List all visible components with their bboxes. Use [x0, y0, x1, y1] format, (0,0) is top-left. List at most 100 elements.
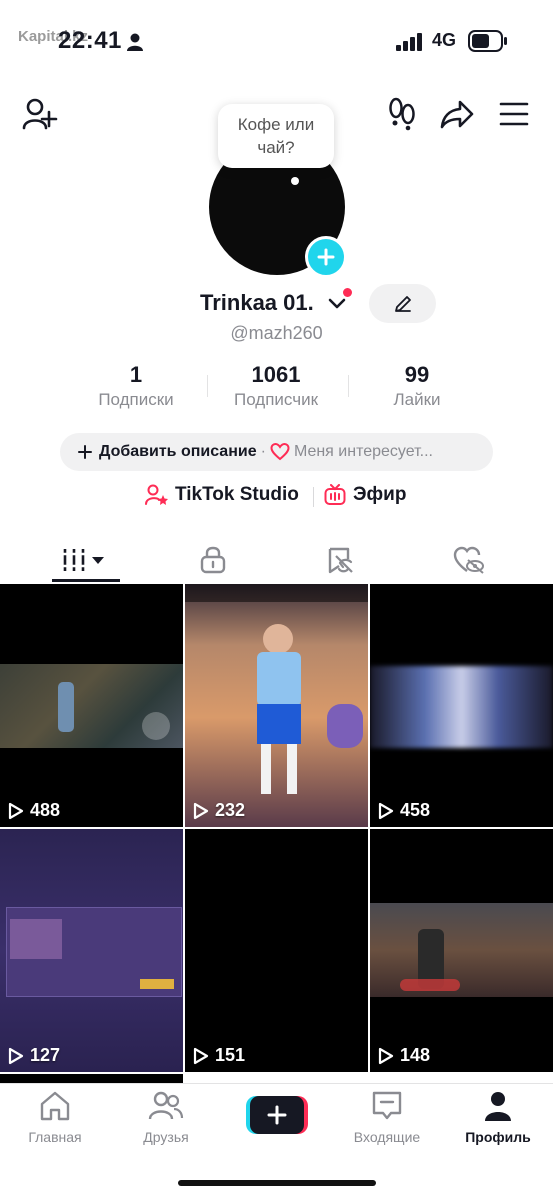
- thumbnail-figure-head: [263, 624, 293, 654]
- home-icon: [40, 1091, 70, 1121]
- live-link[interactable]: Эфир: [324, 484, 406, 506]
- thumbnail-figure: [58, 682, 74, 732]
- add-bio-label[interactable]: Добавить описание: [99, 443, 257, 461]
- video-thumbnail: [370, 903, 553, 997]
- thumbnail-glow: [400, 979, 460, 991]
- home-indicator: [178, 1180, 376, 1186]
- live-label: Эфир: [353, 484, 407, 505]
- heart-icon: [270, 443, 290, 461]
- plus-icon: [78, 445, 92, 459]
- play-icon: [378, 1047, 394, 1064]
- nav-home[interactable]: Главная: [0, 1090, 110, 1145]
- play-icon: [193, 1047, 209, 1064]
- tab-videos[interactable]: [15, 538, 153, 582]
- tab-liked[interactable]: [400, 538, 538, 582]
- view-count-value: 151: [215, 1045, 246, 1065]
- share-icon[interactable]: [440, 99, 474, 129]
- notification-dot: [343, 288, 352, 297]
- thumbnail-pet: [327, 704, 363, 748]
- status-time: 22:41: [58, 27, 122, 54]
- nav-label: Главная: [28, 1129, 82, 1145]
- nav-profile[interactable]: Профиль: [443, 1090, 553, 1145]
- video-tile[interactable]: 148: [370, 829, 553, 1072]
- stat-value: 99: [404, 362, 430, 387]
- edit-profile-button[interactable]: [369, 284, 436, 323]
- thumbnail-button: [140, 979, 174, 989]
- note-bubble-tail: [291, 177, 299, 185]
- battery-icon: [468, 30, 507, 52]
- thumbnail-panel: [10, 919, 62, 959]
- nav-label: Входящие: [353, 1129, 421, 1145]
- repost-icon: [328, 547, 353, 574]
- status-bar: Kapital.kz 22:41 4G: [0, 0, 553, 80]
- person-status-icon: [127, 33, 143, 51]
- studio-icon: [145, 484, 168, 505]
- create-button[interactable]: [246, 1096, 308, 1134]
- heart-hidden-icon: [453, 546, 484, 574]
- profile-handle: @mazh260: [230, 323, 323, 343]
- interests-label[interactable]: Меня интересует...: [294, 443, 433, 461]
- add-friend-icon[interactable]: [22, 97, 58, 131]
- view-count-value: 232: [215, 800, 246, 820]
- thumbnail-hud: [142, 712, 170, 740]
- video-tile[interactable]: 232: [185, 584, 368, 827]
- avatar-add-button[interactable]: [305, 236, 347, 278]
- nav-inbox[interactable]: Входящие: [332, 1090, 442, 1145]
- network-label: 4G: [432, 30, 457, 50]
- friends-icon: [148, 1091, 184, 1120]
- video-tile[interactable]: 458: [370, 584, 553, 827]
- pencil-icon: [394, 295, 411, 312]
- tiktok-studio-label: TikTok Studio: [175, 484, 299, 505]
- video-tile[interactable]: 127: [0, 829, 183, 1072]
- grid-icon: [62, 549, 104, 571]
- bio-separator: ·: [260, 443, 266, 460]
- thumbnail-figure-shirt: [257, 652, 301, 706]
- play-icon: [193, 802, 209, 819]
- studio-divider: [313, 487, 314, 507]
- video-tile[interactable]: 151: [185, 829, 368, 1072]
- tab-reposts[interactable]: [272, 538, 410, 582]
- play-icon: [8, 802, 24, 819]
- stat-value: 1: [129, 362, 143, 387]
- stat-label: Подписчик: [233, 390, 319, 409]
- note-bubble[interactable]: Кофе или чай?: [218, 104, 334, 168]
- stat-label: Подписки: [98, 390, 174, 409]
- profile-icon: [485, 1092, 511, 1121]
- live-tv-icon: [324, 484, 346, 505]
- signal-icon: [396, 33, 422, 51]
- tab-private[interactable]: [144, 538, 282, 582]
- stat-followers[interactable]: 1061 Подписчик: [201, 362, 351, 410]
- view-count: 232: [193, 800, 245, 821]
- video-tile[interactable]: 488: [0, 584, 183, 827]
- menu-icon[interactable]: [499, 101, 529, 127]
- thumbnail-hud: [185, 584, 368, 602]
- view-count: 127: [8, 1045, 60, 1066]
- stat-following[interactable]: 1 Подписки: [61, 362, 211, 410]
- lock-icon: [200, 546, 226, 574]
- view-count: 148: [378, 1045, 430, 1066]
- tab-active-underline: [52, 579, 120, 582]
- nav-label: Профиль: [465, 1129, 531, 1145]
- tiktok-studio-link[interactable]: TikTok Studio: [145, 484, 299, 506]
- bio-pill[interactable]: Добавить описание · Меня интересует...: [60, 433, 493, 471]
- view-count: 151: [193, 1045, 245, 1066]
- footprints-icon[interactable]: [387, 97, 417, 131]
- view-count-value: 148: [400, 1045, 431, 1065]
- nav-friends[interactable]: Друзья: [111, 1090, 221, 1145]
- view-count: 488: [8, 800, 60, 821]
- chevron-down-icon[interactable]: [327, 297, 347, 311]
- thumbnail-figure-shorts: [257, 704, 301, 744]
- thumbnail-figure-leg: [287, 744, 297, 794]
- plus-icon: [317, 248, 335, 266]
- profile-name[interactable]: Trinkaa 01.: [200, 290, 314, 316]
- play-icon: [8, 1047, 24, 1064]
- view-count-value: 488: [30, 800, 61, 820]
- stat-likes[interactable]: 99 Лайки: [342, 362, 492, 410]
- view-count-value: 127: [30, 1045, 61, 1065]
- play-icon: [378, 802, 394, 819]
- plus-icon: [267, 1105, 287, 1125]
- nav-label: Друзья: [143, 1129, 189, 1145]
- stat-value: 1061: [251, 362, 301, 387]
- view-count-value: 458: [400, 800, 431, 820]
- inbox-icon: [372, 1091, 402, 1120]
